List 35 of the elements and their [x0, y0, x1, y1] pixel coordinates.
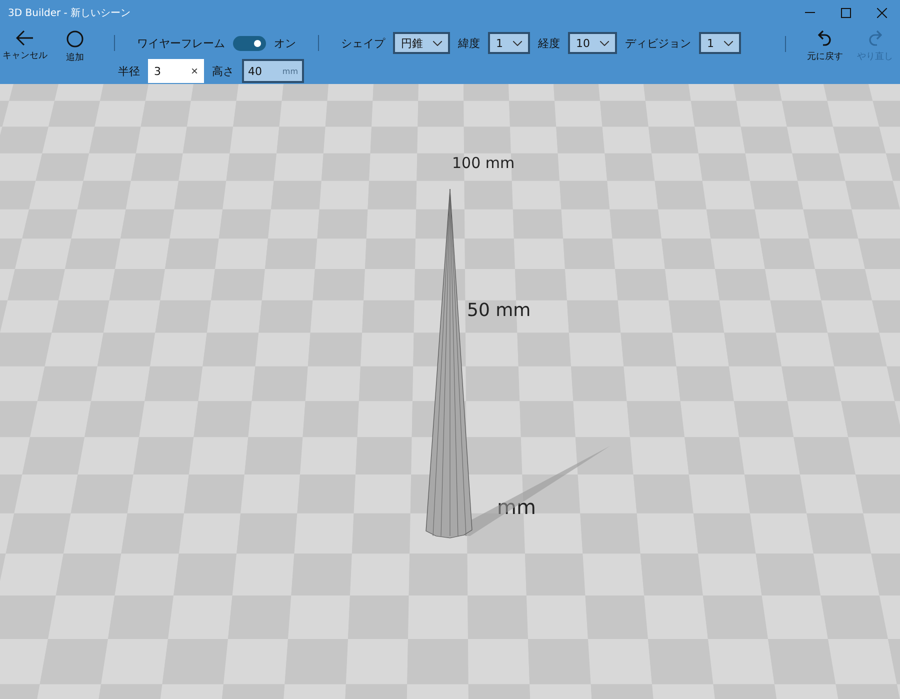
height-scale-label: mm: [497, 495, 536, 519]
clear-button[interactable]: ×: [190, 64, 198, 78]
back-arrow-icon: [16, 30, 34, 46]
circle-icon: [66, 30, 84, 48]
height-scale-label: 50 mm: [467, 300, 531, 321]
dropdown-label: 緯度: [458, 36, 480, 50]
undo-icon: [818, 30, 832, 47]
value-input[interactable]: 3: [154, 64, 174, 78]
toggle-state-label: オン: [274, 36, 296, 50]
unit-label: mm: [282, 66, 298, 76]
window-title: 3D Builder - 新しいシーン: [8, 6, 132, 20]
dropdown-label: 経度: [538, 36, 560, 50]
dropdown-label: ディビジョン: [625, 36, 691, 50]
undo-button[interactable]: 元に戻す: [800, 26, 850, 67]
dropdown[interactable]: 1: [699, 32, 741, 54]
field-label: 半径: [118, 64, 140, 78]
close-icon: [877, 8, 887, 18]
maximize-icon: [841, 8, 851, 18]
dropdown[interactable]: 円錐: [393, 32, 450, 54]
chevron-down-icon: [724, 40, 733, 46]
dropdown-label: シェイプ: [341, 36, 385, 50]
wireframe-toggle[interactable]: [233, 36, 266, 50]
chevron-down-icon: [433, 40, 442, 46]
chevron-down-icon: [513, 40, 522, 46]
wireframe-label: ワイヤーフレーム: [137, 36, 225, 50]
dropdown[interactable]: 10: [568, 32, 617, 54]
dropdown[interactable]: 1: [488, 32, 530, 54]
chevron-down-icon: [600, 40, 609, 46]
input-field[interactable]: 3 ×: [148, 59, 204, 83]
minimize-icon: [805, 12, 815, 14]
field-label: 高さ: [212, 64, 234, 78]
add-button[interactable]: 追加: [50, 26, 100, 68]
height-scale-label: 100 mm: [452, 154, 515, 172]
cancel-button[interactable]: キャンセル: [0, 26, 50, 66]
redo-icon: [868, 30, 882, 47]
